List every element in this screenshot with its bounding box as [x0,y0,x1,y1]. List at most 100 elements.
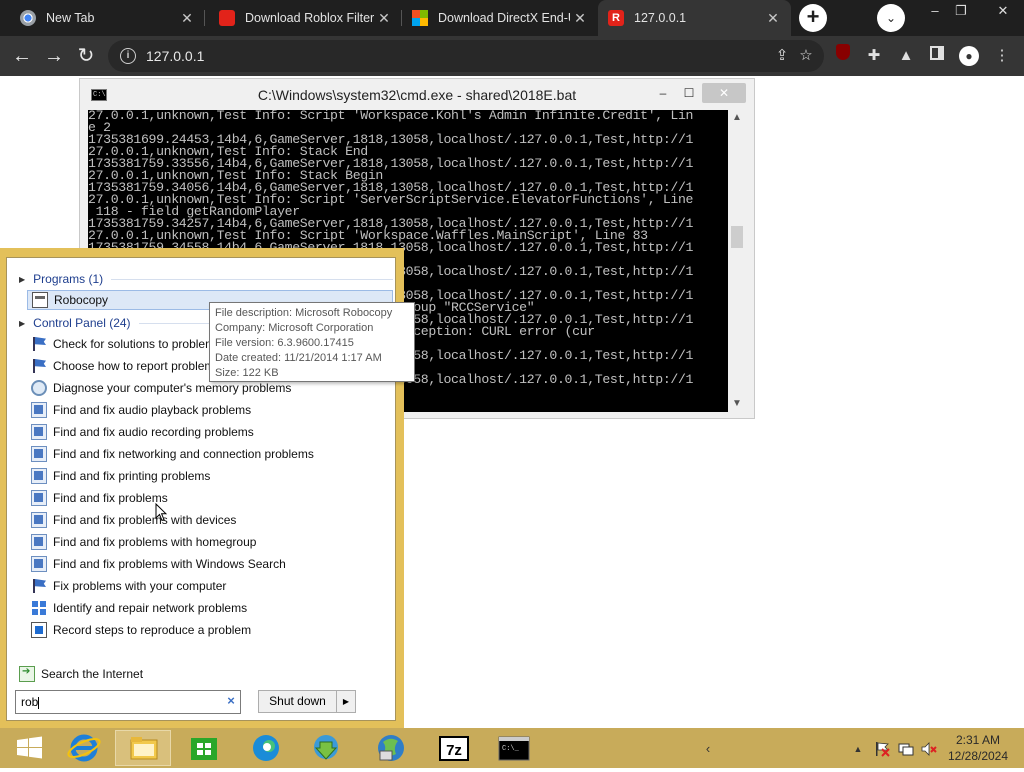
cmd-taskbar-label: C:\_ [502,745,520,753]
site-info-icon[interactable]: i [120,48,136,64]
tab-title: New Tab [46,11,95,25]
tab-directx[interactable]: Download DirectX End-User ✕ [402,0,598,36]
troubleshoot-icon [31,512,47,528]
cmd-title-bar[interactable]: C:\ C:\Windows\system32\cmd.exe - shared… [80,79,754,109]
troubleshoot-icon [31,556,47,572]
group-title: Programs (1) [33,272,104,286]
tooltip-description: File description: Microsoft Robocopy [215,307,393,319]
close-icon[interactable]: ✕ [570,10,590,27]
result-label: Find and fix audio recording problems [53,425,254,439]
shutdown-options-arrow-icon[interactable]: ▶ [337,691,355,712]
forward-button[interactable]: → [40,42,68,70]
close-icon[interactable]: ✕ [763,10,783,27]
scrollbar-thumb[interactable] [731,226,743,248]
tab-title: Download Roblox Filtered [245,11,374,25]
idm-download-icon[interactable] [298,730,354,766]
troubleshoot-icon [31,446,47,462]
scroll-down-icon[interactable]: ▼ [728,396,746,412]
shutdown-button[interactable]: Shut down ▶ [258,690,356,713]
clear-search-icon[interactable]: × [224,694,238,708]
microsoft-icon [412,10,428,26]
bookmark-star-icon[interactable]: ☆ [794,44,818,68]
ublock-icon[interactable] [831,44,855,68]
control-panel-result[interactable]: Find and fix printing problems [27,466,393,486]
result-label: Record steps to reproduce a problem [53,623,252,637]
roblox-red-icon [219,10,235,26]
scroll-up-icon[interactable]: ▲ [728,110,746,126]
control-panel-result[interactable]: Find and fix problems with homegroup [27,532,393,552]
result-label: Identify and repair network problems [53,601,248,615]
file-explorer-icon[interactable] [115,730,171,766]
tab-title: 127.0.0.1 [634,11,687,25]
store-icon[interactable] [176,730,232,766]
extensions-icon[interactable]: ✚ [862,44,886,68]
troubleshoot-icon [31,468,47,484]
back-button[interactable]: ← [8,42,36,70]
control-panel-result[interactable]: Find and fix networking and connection p… [27,444,393,464]
chevron-down-icon: ⌄ [885,11,897,25]
7zip-icon[interactable]: 7z [426,730,482,766]
reload-button[interactable]: ↻ [72,42,100,70]
control-panel-result[interactable]: Identify and repair network problems [27,598,393,618]
labs-icon[interactable]: ▲ [894,44,918,68]
search-text: rob [21,695,39,709]
control-panel-result[interactable]: Find and fix audio playback problems [27,400,393,420]
tray-overflow-chevron-icon[interactable]: ▲ [850,741,866,757]
control-panel-result[interactable]: Find and fix audio recording problems [27,422,393,442]
close-icon[interactable]: ✕ [177,10,197,27]
tab-localhost[interactable]: R 127.0.0.1 ✕ [598,0,791,36]
tab-new-tab[interactable]: New Tab ✕ [0,0,205,36]
control-panel-result[interactable]: Fix problems with your computer [27,576,393,596]
tab-search-button[interactable]: ⌄ [877,4,905,32]
share-icon[interactable]: ⇪ [770,44,794,68]
edge-icon[interactable] [238,730,294,766]
result-label: Find and fix problems with Windows Searc… [53,557,286,571]
window-restore-button[interactable]: ❐ [946,0,976,22]
console-line: 27.0.0.1,unknown,Test Info: Script 'Work… [88,110,694,123]
cmd-close-button[interactable]: ✕ [702,83,746,103]
tab-roblox-filtered[interactable]: Download Roblox Filtered ✕ [205,0,402,36]
side-panel-icon[interactable] [925,44,949,68]
tooltip-size: Size: 122 KB [215,367,279,379]
tooltip-version: File version: 6.3.9600.17415 [215,337,354,349]
result-label: Robocopy [54,293,109,307]
search-the-internet[interactable]: Search the Internet [15,664,381,684]
result-label: Find and fix problems with homegroup [53,535,257,549]
result-label: Search the Internet [41,667,144,681]
control-panel-result[interactable]: Find and fix problems [27,488,393,508]
shutdown-label[interactable]: Shut down [259,691,337,712]
result-label: Find and fix printing problems [53,469,211,483]
result-label: Diagnose your computer's memory problems [53,381,292,395]
new-tab-button[interactable]: + [799,4,827,32]
action-center-flag-icon[interactable] [874,741,890,757]
close-icon[interactable]: ✕ [374,10,394,27]
start-search-input[interactable]: rob [15,690,241,714]
volume-muted-icon[interactable] [921,741,937,757]
windows-start-icon[interactable] [2,730,58,766]
profile-icon[interactable]: ● [957,44,981,68]
troubleshoot-icon [31,534,47,550]
window-close-button[interactable]: ✕ [988,0,1018,22]
menu-icon[interactable]: ⋮ [990,44,1014,68]
control-panel-result[interactable]: Record steps to reproduce a problem [27,620,393,640]
programs-group-header[interactable]: ▶ Programs (1) [19,270,393,288]
cmd-minimize-button[interactable]: – [650,83,676,103]
network-tray-icon[interactable] [898,741,914,757]
robocopy-tooltip: File description: Microsoft Robocopy Com… [209,302,415,382]
cmd-icon[interactable]: C:\_ [486,730,542,766]
address-bar[interactable]: i 127.0.0.1 [108,40,824,72]
address-text: 127.0.0.1 [146,48,205,64]
result-label: Find and fix problems with devices [53,513,237,527]
tray-left-arrow-icon[interactable]: ‹ [700,741,716,757]
taskbar-clock[interactable]: 2:31 AM 12/28/2024 [940,732,1016,764]
troubleshoot-icon [31,490,47,506]
cmd-scrollbar[interactable]: ▲ ▼ [728,110,746,412]
control-panel-result[interactable]: Find and fix problems with devices [27,510,393,530]
internet-explorer-icon[interactable] [56,730,112,766]
cmd-maximize-button[interactable]: ☐ [676,83,702,103]
network-globe-icon[interactable] [362,730,418,766]
program-window-icon [32,292,48,308]
tooltip-date: Date created: 11/21/2014 1:17 AM [215,352,382,364]
control-panel-result[interactable]: Find and fix problems with Windows Searc… [27,554,393,574]
memory-diagnostic-icon [31,380,47,396]
